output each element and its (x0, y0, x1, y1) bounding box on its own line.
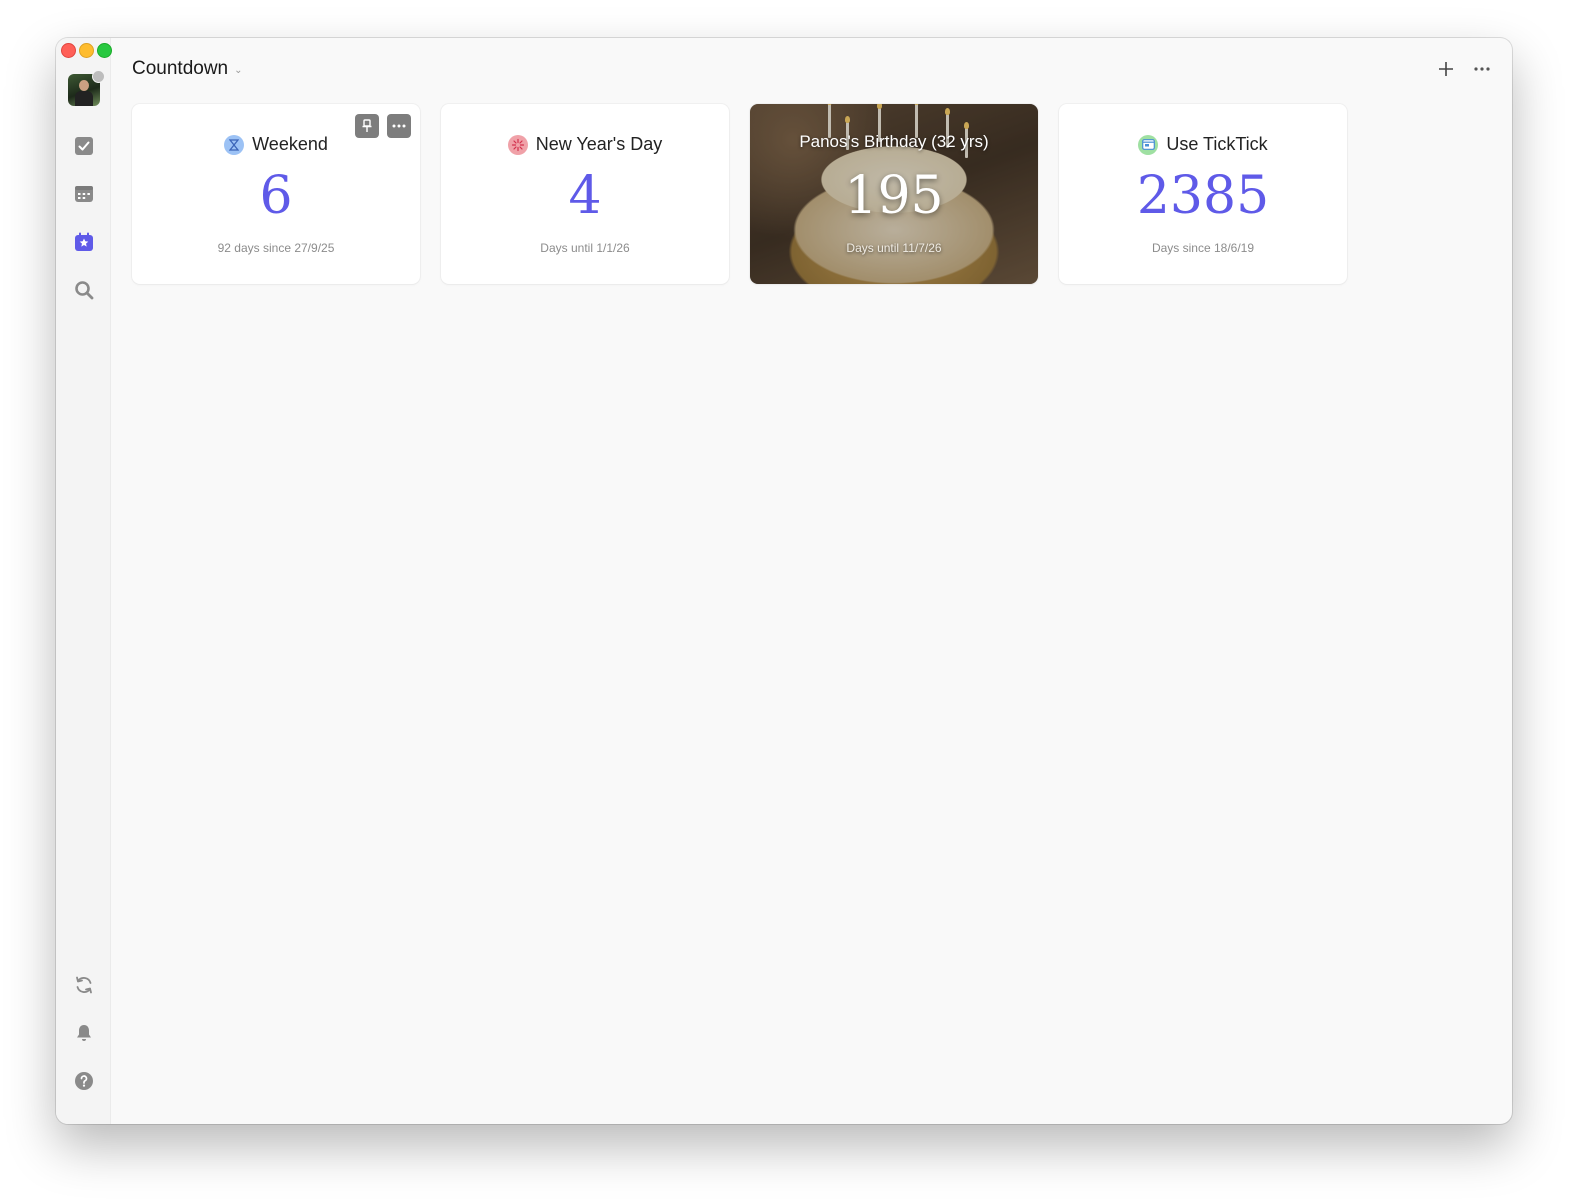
chevron-down-icon: ⌄ (234, 64, 243, 76)
card-day-count: 2385 (1136, 166, 1270, 226)
card-subtitle: Days since 18/6/19 (1151, 241, 1255, 255)
fireworks-icon (507, 134, 528, 155)
countdown-card-birthday[interactable]: Panos's Birthday (32 yrs) 195 Days until… (750, 104, 1038, 284)
card-subtitle: 92 days since 27/9/25 (217, 241, 335, 255)
card-title: Weekend (132, 134, 420, 155)
add-button[interactable] (1435, 58, 1457, 80)
page-title: Countdown (132, 58, 229, 79)
list-title-dropdown[interactable]: Countdown ⌄ (132, 58, 243, 80)
countdown-card-new-years-day[interactable]: New Year's Day 4 Days until 1/1/26 (441, 104, 729, 284)
card-title-text: New Year's Day (535, 134, 663, 154)
app-window: Countdown ⌄ Weekend 6 92 days since 27/9… (56, 38, 1512, 1124)
card-subtitle: Days until 1/1/26 (540, 241, 630, 255)
avatar-badge (92, 70, 105, 83)
window-controls (61, 43, 112, 58)
card-day-count: 4 (568, 166, 602, 226)
card-title-text: Panos's Birthday (32 yrs) (799, 132, 989, 151)
card-day-count: 6 (259, 166, 293, 226)
countdown-icon[interactable] (73, 231, 95, 253)
more-options-button[interactable] (1471, 58, 1493, 80)
hourglass-icon (224, 134, 245, 155)
help-icon[interactable] (73, 1070, 95, 1092)
countdown-card-weekend[interactable]: Weekend 6 92 days since 27/9/25 (132, 104, 420, 284)
maximize-window-button[interactable] (97, 43, 112, 58)
card-title: Use TickTick (1059, 134, 1347, 155)
app-window-icon (1138, 134, 1159, 155)
card-title: Panos's Birthday (32 yrs) (750, 132, 1038, 152)
bell-icon[interactable] (73, 1022, 95, 1044)
close-window-button[interactable] (61, 43, 76, 58)
countdown-card-use-ticktick[interactable]: Use TickTick 2385 Days since 18/6/19 (1059, 104, 1347, 284)
minimize-window-button[interactable] (79, 43, 94, 58)
card-title-text: Use TickTick (1166, 134, 1268, 154)
card-day-count: 195 (844, 166, 944, 226)
sidebar (56, 38, 112, 1124)
calendar-icon[interactable] (73, 183, 95, 205)
card-title-text: Weekend (252, 134, 328, 154)
sync-icon[interactable] (73, 974, 95, 996)
search-icon[interactable] (73, 279, 95, 301)
task-icon[interactable] (73, 135, 95, 157)
card-subtitle: Days until 11/7/26 (846, 241, 942, 255)
card-title: New Year's Day (441, 134, 729, 155)
